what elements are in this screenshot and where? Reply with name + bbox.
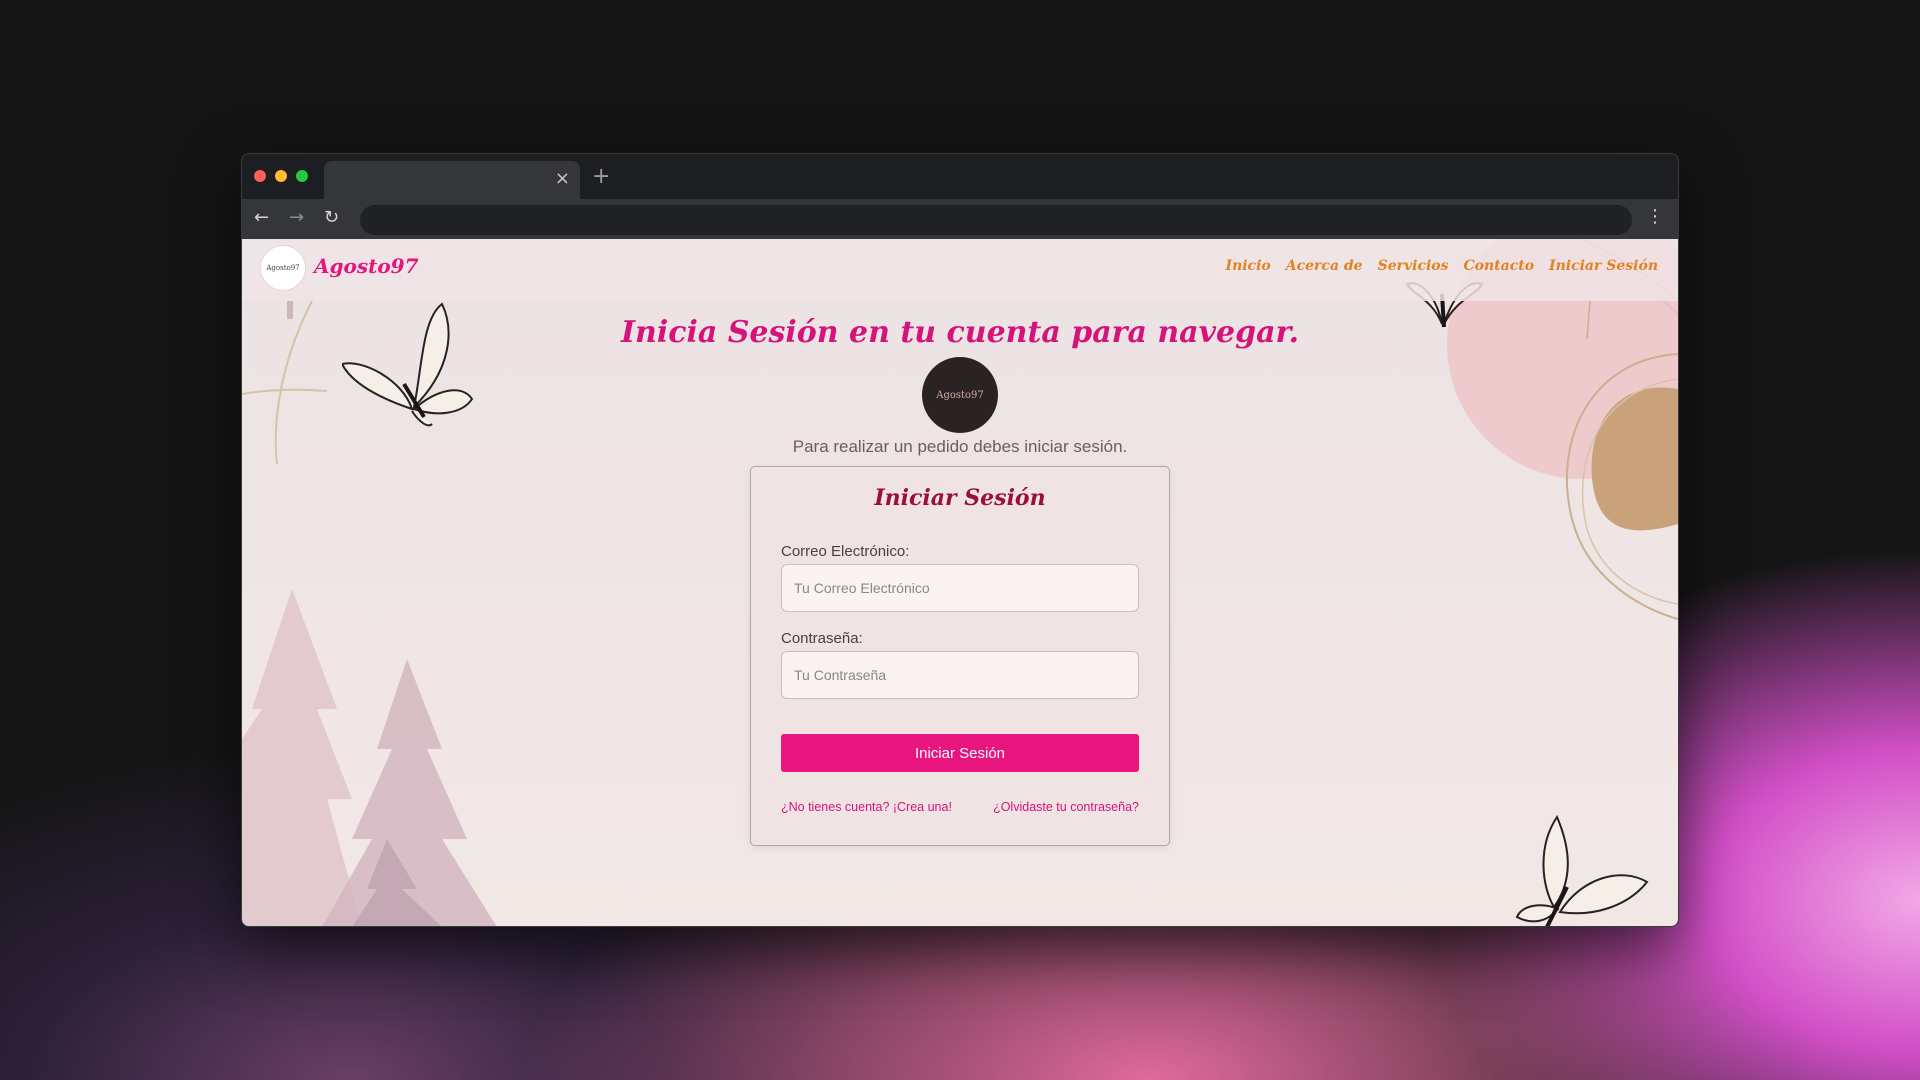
- close-icon[interactable]: ×: [555, 169, 570, 189]
- minimize-window-button[interactable]: [275, 170, 287, 182]
- butterfly-icon: [1515, 814, 1649, 926]
- center-logo: Agosto97: [922, 357, 998, 433]
- nav-link-acerca-de[interactable]: Acerca de: [1286, 258, 1363, 274]
- password-field[interactable]: [781, 651, 1139, 699]
- site-brand-link[interactable]: Agosto97: [314, 254, 419, 278]
- register-link[interactable]: ¿No tienes cuenta? ¡Crea una!: [781, 800, 952, 814]
- logo-text: Agosto97: [266, 264, 300, 272]
- browser-toolbar: ← → ↻ ⋮: [242, 199, 1678, 239]
- forward-arrow-icon[interactable]: →: [289, 207, 304, 228]
- address-bar[interactable]: [360, 205, 1632, 235]
- nav-link-iniciar-sesion[interactable]: Iniciar Sesión: [1549, 258, 1658, 274]
- login-instructions: Para realizar un pedido debes iniciar se…: [792, 437, 1128, 456]
- browser-window: × + ← → ↻ ⋮ Agosto97 Agosto97 Inicio Ace…: [241, 153, 1679, 927]
- nav-link-servicios[interactable]: Servicios: [1378, 258, 1449, 274]
- site-navbar: Agosto97 Agosto97 Inicio Acerca de Servi…: [242, 239, 1678, 301]
- email-label: Correo Electrónico:: [781, 543, 910, 560]
- nav-link-inicio[interactable]: Inicio: [1226, 258, 1271, 274]
- kebab-menu-icon[interactable]: ⋮: [1646, 206, 1664, 227]
- browser-tab[interactable]: ×: [324, 161, 580, 199]
- site-logo[interactable]: Agosto97: [260, 245, 306, 291]
- page-viewport: Agosto97 Agosto97 Inicio Acerca de Servi…: [242, 239, 1678, 926]
- back-arrow-icon[interactable]: ←: [254, 207, 269, 228]
- page-title: Inicia Sesión en tu cuenta para navegar.: [620, 315, 1300, 350]
- window-controls: [254, 170, 308, 182]
- nav-link-contacto[interactable]: Contacto: [1464, 258, 1535, 274]
- forgot-password-link[interactable]: ¿Olvidaste tu contraseña?: [993, 800, 1139, 814]
- center-logo-text: Agosto97: [936, 389, 984, 401]
- email-field[interactable]: [781, 564, 1139, 612]
- tab-bar: × +: [242, 154, 1678, 199]
- close-window-button[interactable]: [254, 170, 266, 182]
- reload-icon[interactable]: ↻: [324, 207, 339, 228]
- login-card-title: Iniciar Sesión: [874, 485, 1046, 511]
- new-tab-icon[interactable]: +: [592, 164, 610, 189]
- login-card: Iniciar Sesión Correo Electrónico: Contr…: [750, 466, 1170, 846]
- maximize-window-button[interactable]: [296, 170, 308, 182]
- password-label: Contraseña:: [781, 630, 863, 647]
- login-button[interactable]: Iniciar Sesión: [781, 734, 1139, 772]
- site-nav-links: Inicio Acerca de Servicios Contacto Inic…: [1226, 258, 1658, 274]
